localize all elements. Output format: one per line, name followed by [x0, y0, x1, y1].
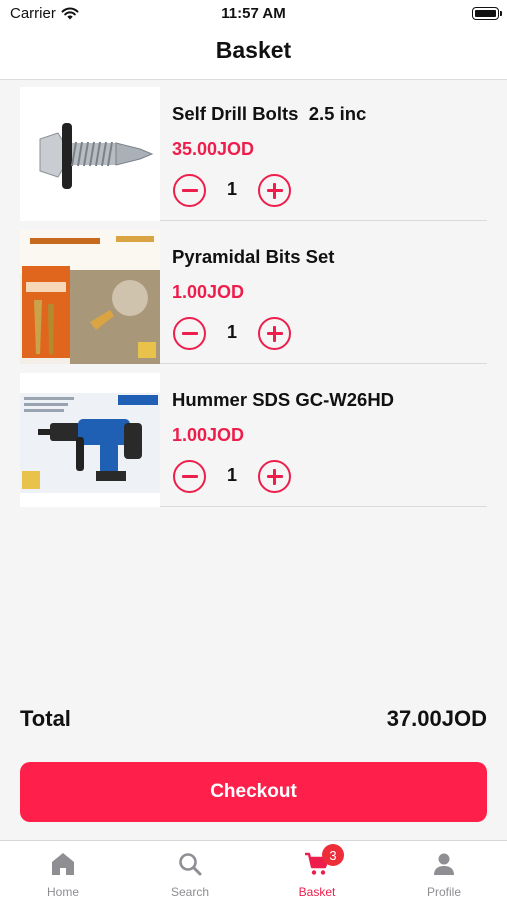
- item-price: 1.00JOD: [172, 425, 245, 445]
- page-title: Basket: [215, 37, 292, 63]
- tab-home[interactable]: Home: [0, 841, 126, 900]
- increase-quantity-button[interactable]: [258, 317, 291, 350]
- status-time: 11:57 AM: [221, 5, 286, 22]
- minus-icon: [181, 189, 198, 192]
- tab-label: Search: [170, 885, 210, 899]
- basket-item[interactable]: Hummer SDS GC-W26HD 1.00JOD 1: [20, 369, 487, 507]
- tab-basket[interactable]: Basket: [254, 841, 380, 900]
- item-name: Self Drill Bolts 2.5 inc: [172, 103, 367, 124]
- item-price: 35.00JOD: [172, 139, 255, 159]
- tab-label: Profile: [426, 885, 461, 899]
- item-price: 1.00JOD: [172, 282, 245, 302]
- home-icon: [52, 853, 74, 875]
- item-name: Pyramidal Bits Set: [172, 246, 335, 267]
- item-name: Hummer SDS GC-W26HD: [172, 389, 395, 410]
- quantity-value: 1: [226, 179, 237, 199]
- bits-set-image[interactable]: [20, 230, 160, 364]
- decrease-quantity-button[interactable]: [173, 174, 206, 207]
- cart-count-badge: 3: [322, 844, 344, 866]
- minus-icon: [181, 332, 198, 335]
- total-value: 37.00JOD: [386, 706, 487, 731]
- total-label: Total: [20, 706, 71, 731]
- basket-item[interactable]: Self Drill Bolts 2.5 inc 35.00JOD 1: [20, 83, 487, 221]
- basket-item[interactable]: Pyramidal Bits Set 1.00JOD 1: [20, 226, 487, 364]
- tab-label: Home: [46, 885, 79, 899]
- search-icon: [179, 853, 202, 876]
- quantity-value: 1: [226, 322, 237, 342]
- quantity-value: 1: [226, 465, 237, 485]
- navigation-bar: Basket: [0, 28, 507, 80]
- decrease-quantity-button[interactable]: [173, 460, 206, 493]
- tab-label: Basket: [298, 885, 336, 899]
- person-icon: [434, 853, 454, 875]
- tab-bar: Home Search Basket Profile: [0, 840, 507, 900]
- decrease-quantity-button[interactable]: [173, 317, 206, 350]
- bolt-image[interactable]: [20, 87, 160, 221]
- minus-icon: [181, 475, 198, 478]
- checkout-button[interactable]: Checkout: [20, 762, 487, 822]
- status-bar: Carrier 11:57 AM: [0, 0, 507, 28]
- tab-profile[interactable]: Profile: [381, 841, 507, 900]
- hammer-drill-image[interactable]: [20, 373, 160, 507]
- increase-quantity-button[interactable]: [258, 460, 291, 493]
- increase-quantity-button[interactable]: [258, 174, 291, 207]
- checkout-label: Checkout: [210, 781, 297, 802]
- battery-icon: [472, 7, 502, 20]
- tab-search[interactable]: Search: [127, 841, 253, 900]
